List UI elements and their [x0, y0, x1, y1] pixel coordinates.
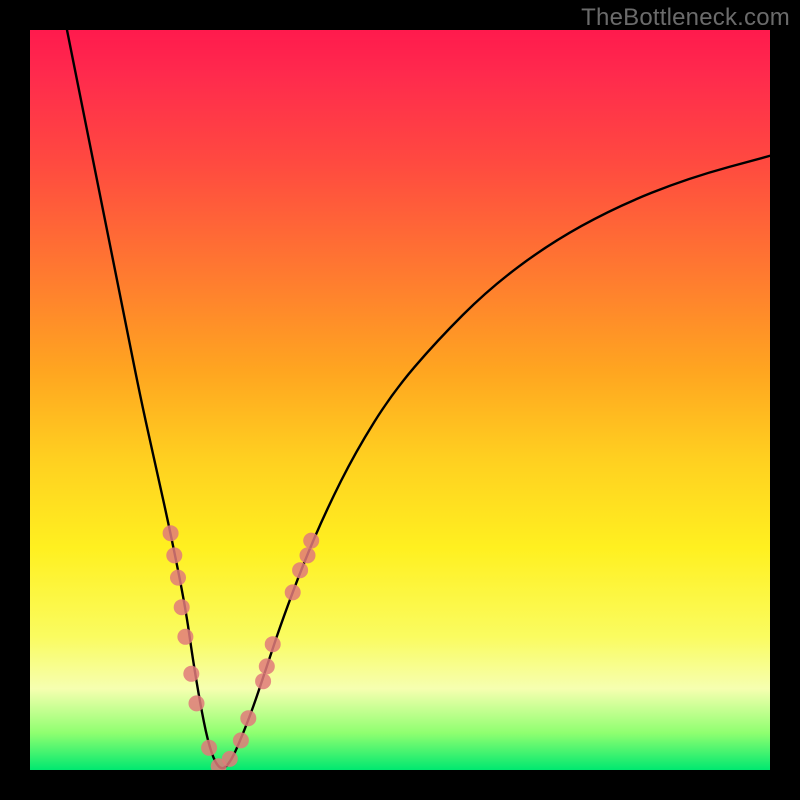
chart-svg [30, 30, 770, 770]
bottleneck-curve [67, 30, 770, 768]
marker-point [300, 547, 316, 563]
marker-point [170, 570, 186, 586]
marker-point [255, 673, 271, 689]
chart-frame: TheBottleneck.com [0, 0, 800, 800]
marker-point [265, 636, 281, 652]
marker-point [189, 695, 205, 711]
marker-point [201, 740, 217, 756]
marker-point [303, 533, 319, 549]
marker-point [285, 584, 301, 600]
marker-point [166, 547, 182, 563]
plot-area [30, 30, 770, 770]
marker-point [174, 599, 190, 615]
marker-point [222, 751, 238, 767]
marker-point [211, 758, 227, 770]
marker-point [177, 629, 193, 645]
marker-point [233, 732, 249, 748]
marker-point [163, 525, 179, 541]
watermark-text: TheBottleneck.com [581, 4, 790, 32]
marker-point [259, 658, 275, 674]
marker-point [183, 666, 199, 682]
highlight-markers [163, 525, 320, 770]
marker-point [292, 562, 308, 578]
marker-point [240, 710, 256, 726]
